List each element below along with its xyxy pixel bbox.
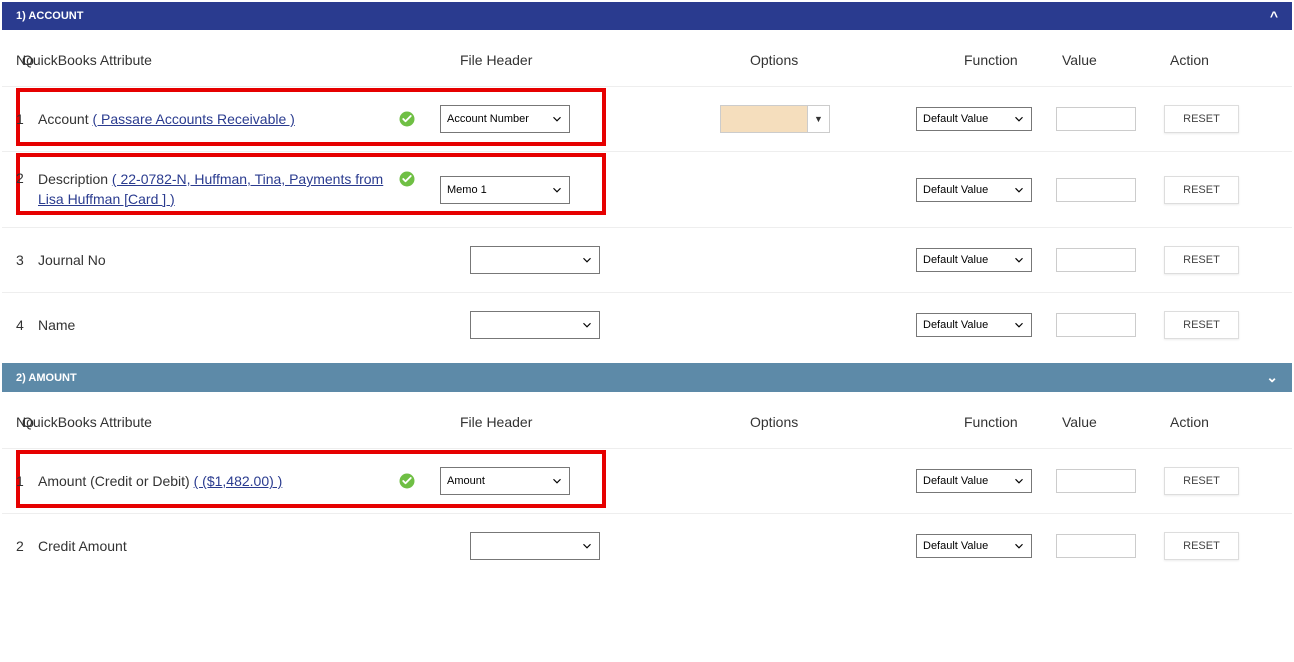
col-attribute: QuickBooks Attribute bbox=[22, 414, 426, 430]
columns-header-account: No QuickBooks Attribute File Header Opti… bbox=[2, 30, 1292, 86]
function-select[interactable]: Default Value bbox=[916, 534, 1032, 558]
col-action: Action bbox=[1170, 52, 1260, 68]
mapping-row: 3 Journal No Default Value RESET bbox=[2, 227, 1292, 292]
attribute-label: Credit Amount bbox=[38, 538, 127, 554]
section-title: 1) ACCOUNT bbox=[16, 10, 83, 22]
col-action: Action bbox=[1170, 414, 1260, 430]
function-select[interactable]: Default Value bbox=[916, 178, 1032, 202]
col-file: File Header bbox=[426, 52, 726, 68]
col-function: Function bbox=[922, 414, 1062, 430]
col-attribute: QuickBooks Attribute bbox=[22, 52, 426, 68]
chevron-up-icon: ^ bbox=[1270, 8, 1278, 24]
file-header-select[interactable]: Amount bbox=[440, 467, 570, 495]
options-dropdown[interactable]: ▼ bbox=[720, 105, 830, 133]
reset-button[interactable]: RESET bbox=[1164, 467, 1239, 495]
mapping-row: 4 Name Default Value RESET bbox=[2, 292, 1292, 357]
reset-button[interactable]: RESET bbox=[1164, 311, 1239, 339]
mapping-row: 2 Credit Amount Default Value RESET bbox=[2, 513, 1292, 578]
mapping-row: 2 Description ( 22-0782-N, Huffman, Tina… bbox=[2, 151, 1292, 227]
attribute-label: Account ( Passare Accounts Receivable ) bbox=[38, 111, 295, 127]
row-number: 2 bbox=[16, 170, 34, 186]
col-file: File Header bbox=[426, 414, 726, 430]
attribute-detail[interactable]: ( Passare Accounts Receivable ) bbox=[92, 111, 294, 127]
col-options: Options bbox=[726, 414, 922, 430]
col-value: Value bbox=[1062, 414, 1170, 430]
file-header-select[interactable] bbox=[470, 532, 600, 560]
check-icon bbox=[398, 110, 416, 128]
value-input[interactable] bbox=[1056, 313, 1136, 337]
col-options: Options bbox=[726, 52, 922, 68]
row-number: 2 bbox=[16, 538, 34, 554]
value-input[interactable] bbox=[1056, 248, 1136, 272]
col-value: Value bbox=[1062, 52, 1170, 68]
attribute-label: Amount (Credit or Debit) ( ($1,482.00) ) bbox=[38, 473, 282, 489]
caret-down-icon[interactable]: ▼ bbox=[807, 106, 829, 132]
function-select[interactable]: Default Value bbox=[916, 107, 1032, 131]
section-header-account[interactable]: 1) ACCOUNT ^ bbox=[2, 2, 1292, 30]
reset-button[interactable]: RESET bbox=[1164, 105, 1239, 133]
value-input[interactable] bbox=[1056, 178, 1136, 202]
value-input[interactable] bbox=[1056, 534, 1136, 558]
function-select[interactable]: Default Value bbox=[916, 248, 1032, 272]
value-input[interactable] bbox=[1056, 107, 1136, 131]
reset-button[interactable]: RESET bbox=[1164, 532, 1239, 560]
value-input[interactable] bbox=[1056, 469, 1136, 493]
attribute-detail[interactable]: ( ($1,482.00) ) bbox=[194, 473, 283, 489]
options-swatch bbox=[721, 106, 807, 132]
check-icon bbox=[398, 472, 416, 490]
function-select[interactable]: Default Value bbox=[916, 313, 1032, 337]
row-number: 3 bbox=[16, 252, 34, 268]
section-title: 2) AMOUNT bbox=[16, 372, 77, 384]
row-number: 1 bbox=[16, 111, 34, 127]
reset-button[interactable]: RESET bbox=[1164, 176, 1239, 204]
file-header-select[interactable]: Account Number bbox=[440, 105, 570, 133]
function-select[interactable]: Default Value bbox=[916, 469, 1032, 493]
row-number: 1 bbox=[16, 473, 34, 489]
reset-button[interactable]: RESET bbox=[1164, 246, 1239, 274]
chevron-down-icon: ⌄ bbox=[1266, 369, 1278, 386]
attribute-label: Description ( 22-0782-N, Huffman, Tina, … bbox=[38, 170, 388, 209]
file-header-select[interactable] bbox=[470, 246, 600, 274]
file-header-select[interactable] bbox=[470, 311, 600, 339]
file-header-select[interactable]: Memo 1 bbox=[440, 176, 570, 204]
row-number: 4 bbox=[16, 317, 34, 333]
mapping-row: 1 Amount (Credit or Debit) ( ($1,482.00)… bbox=[2, 448, 1292, 513]
columns-header-amount: No QuickBooks Attribute File Header Opti… bbox=[2, 392, 1292, 448]
mapping-row: 1 Account ( Passare Accounts Receivable … bbox=[2, 86, 1292, 151]
col-function: Function bbox=[922, 52, 1062, 68]
attribute-label: Name bbox=[38, 317, 75, 333]
attribute-label: Journal No bbox=[38, 252, 106, 268]
check-icon bbox=[398, 170, 416, 188]
section-header-amount[interactable]: 2) AMOUNT ⌄ bbox=[2, 363, 1292, 392]
